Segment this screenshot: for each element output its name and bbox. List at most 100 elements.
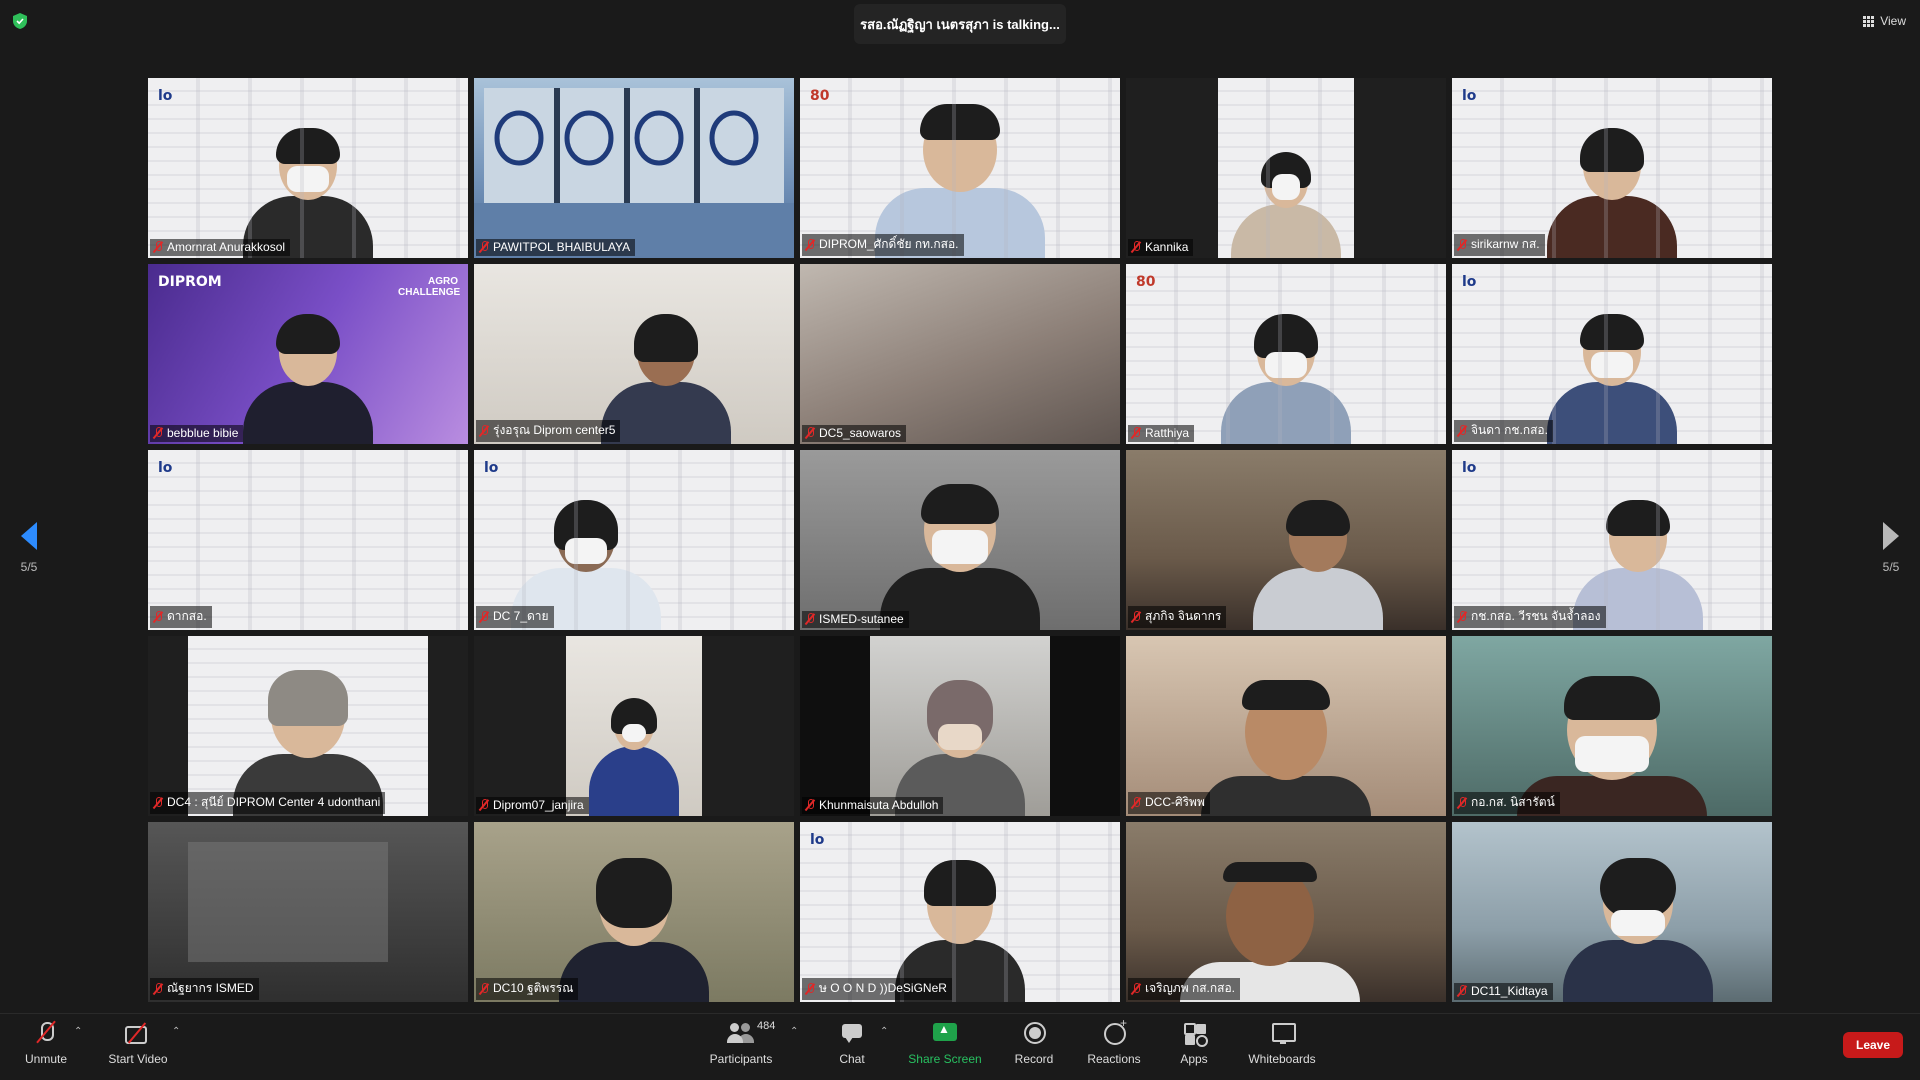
unmute-button[interactable]: Unmute xyxy=(18,1020,74,1076)
video-tile[interactable]: PAWITPOL BHAIBULAYA xyxy=(474,78,794,258)
active-speaker-banner: รสอ.ณัฏฐิญา เนตรสุภา is talking... xyxy=(854,4,1066,44)
participant-name: Kannika xyxy=(1145,240,1189,254)
participant-name-label: bebblue bibie xyxy=(150,425,244,442)
video-tile[interactable]: Diprom07_janjira xyxy=(474,636,794,816)
reactions-button[interactable]: Reactions xyxy=(1086,1016,1142,1076)
start-video-label: Start Video xyxy=(108,1052,168,1066)
mic-muted-icon xyxy=(153,241,163,253)
video-tile[interactable]: DC10 ฐติพรรณ xyxy=(474,822,794,1002)
participant-name: กช.กสอ. วีรชน จันจ้ำลอง xyxy=(1471,609,1601,623)
participant-figure xyxy=(1547,128,1677,258)
video-tile[interactable]: DC5_saowaros xyxy=(800,264,1120,444)
video-options-caret[interactable]: ⌃ xyxy=(172,1026,180,1037)
video-feed: 80 xyxy=(1126,264,1446,444)
participant-name-label: DC11_Kidtaya xyxy=(1454,983,1553,1000)
diprom-logo: lo xyxy=(484,460,499,476)
participant-name-label: เจริญภพ กส.กสอ. xyxy=(1128,978,1241,1000)
participant-name: DIPROM_ศักดิ์ชัย กท.กสอ. xyxy=(819,237,959,251)
diprom-logo: lo xyxy=(1462,274,1477,290)
participants-button[interactable]: 484 Participants xyxy=(706,1020,776,1076)
participant-name: PAWITPOL BHAIBULAYA xyxy=(493,240,631,254)
video-feed xyxy=(188,636,428,816)
video-tile[interactable]: lo ดากสอ. xyxy=(148,450,468,630)
audio-options-caret[interactable]: ⌃ xyxy=(74,1026,82,1037)
participant-name-label: PAWITPOL BHAIBULAYA xyxy=(476,239,636,256)
apps-label: Apps xyxy=(1180,1052,1208,1066)
mic-muted-icon xyxy=(153,610,163,623)
mic-muted-icon xyxy=(805,799,815,811)
participant-figure xyxy=(1547,314,1677,444)
participant-name-label: ดากสอ. xyxy=(150,606,212,628)
video-tile[interactable]: 80 DIPROM_ศักดิ์ชัย กท.กสอ. xyxy=(800,78,1120,258)
video-off-icon xyxy=(122,1020,154,1048)
video-feed xyxy=(566,636,702,816)
video-feed: lo xyxy=(474,450,794,630)
view-button[interactable]: View xyxy=(1863,10,1906,32)
page-indicator-right: 5/5 xyxy=(1882,560,1900,574)
zoom-meeting-window: รสอ.ณัฏฐิญา เนตรสุภา is talking... View … xyxy=(0,0,1920,1080)
leave-button[interactable]: Leave xyxy=(1843,1032,1903,1058)
next-page-button[interactable]: 5/5 xyxy=(1871,522,1911,574)
video-tile[interactable]: DIPROM AGRO CHALLENGE bebblue bibie xyxy=(148,264,468,444)
video-feed xyxy=(148,822,468,1002)
mic-muted-icon xyxy=(1457,796,1467,809)
diprom-80-logo: 80 xyxy=(1136,274,1156,290)
reactions-icon xyxy=(1098,1016,1130,1048)
video-tile[interactable]: DC4 : สุนีย์ DIPROM Center 4 udonthani xyxy=(148,636,468,816)
apps-icon xyxy=(1178,1020,1210,1048)
video-feed xyxy=(800,264,1120,444)
leave-label: Leave xyxy=(1855,1038,1891,1052)
participant-name: ISMED-sutanee xyxy=(819,612,904,626)
mic-muted-icon xyxy=(805,613,815,625)
participants-options-caret[interactable]: ⌃ xyxy=(790,1026,798,1037)
diprom-logo: lo xyxy=(810,832,825,848)
apps-button[interactable]: Apps xyxy=(1176,1020,1212,1076)
whiteboards-button[interactable]: Whiteboards xyxy=(1246,1020,1318,1076)
participant-name-label: กช.กสอ. วีรชน จันจ้ำลอง xyxy=(1454,606,1606,628)
participant-name-label: รุ่งอรุณ Diprom center5 xyxy=(476,420,621,442)
chat-label: Chat xyxy=(839,1052,865,1066)
video-tile[interactable]: Kannika xyxy=(1126,78,1446,258)
share-screen-button[interactable]: Share Screen xyxy=(906,1020,984,1076)
video-feed xyxy=(474,822,794,1002)
previous-page-button[interactable]: 5/5 xyxy=(9,522,49,574)
participant-name: DC4 : สุนีย์ DIPROM Center 4 udonthani xyxy=(167,795,381,809)
video-tile[interactable]: 80 Ratthiya xyxy=(1126,264,1446,444)
record-icon xyxy=(1018,1020,1050,1048)
participant-name-label: ณัฐยากร ISMED xyxy=(150,978,259,1000)
video-tile[interactable]: lo DC 7_ดาย xyxy=(474,450,794,630)
encryption-shield-icon[interactable] xyxy=(12,12,28,30)
share-screen-icon xyxy=(929,1020,961,1048)
video-tile[interactable]: Khunmaisuta Abdulloh xyxy=(800,636,1120,816)
video-feed: lo xyxy=(148,450,468,630)
video-tile[interactable]: lo จินดา กช.กสอ. xyxy=(1452,264,1772,444)
video-tile[interactable]: lo กช.กสอ. วีรชน จันจ้ำลอง xyxy=(1452,450,1772,630)
chat-button[interactable]: Chat xyxy=(832,1020,872,1076)
video-tile[interactable]: lo sirikarnw กส. xyxy=(1452,78,1772,258)
start-video-button[interactable]: Start Video xyxy=(106,1020,170,1076)
video-tile[interactable]: เจริญภพ กส.กสอ. xyxy=(1126,822,1446,1002)
participant-name-label: DC5_saowaros xyxy=(802,425,907,442)
participant-name-label: Khunmaisuta Abdulloh xyxy=(802,797,944,814)
video-feed xyxy=(1452,636,1772,816)
video-tile[interactable]: กอ.กส. นิสารัตน์ xyxy=(1452,636,1772,816)
whiteboard-icon xyxy=(1266,1020,1298,1048)
video-tile[interactable]: สุภกิจ จินดากร xyxy=(1126,450,1446,630)
participant-figure xyxy=(1253,500,1383,630)
video-tile[interactable]: DCC-ศิริพพ xyxy=(1126,636,1446,816)
mic-muted-icon xyxy=(153,796,163,809)
participant-name-label: DCC-ศิริพพ xyxy=(1128,792,1210,814)
grid-view-icon xyxy=(1863,15,1875,27)
chat-options-caret[interactable]: ⌃ xyxy=(880,1026,888,1037)
participant-name: DCC-ศิริพพ xyxy=(1145,795,1205,809)
mic-muted-icon xyxy=(1457,610,1467,623)
record-button[interactable]: Record xyxy=(1010,1020,1058,1076)
video-tile[interactable]: lo Amornrat Anurakkosol xyxy=(148,78,468,258)
video-tile[interactable]: รุ่งอรุณ Diprom center5 xyxy=(474,264,794,444)
mic-muted-icon xyxy=(479,241,489,253)
video-tile[interactable]: lo ษ O O N D ))DeSiGNeR xyxy=(800,822,1120,1002)
video-tile[interactable]: ISMED-sutanee xyxy=(800,450,1120,630)
mic-muted-icon xyxy=(1131,241,1141,253)
video-tile[interactable]: ณัฐยากร ISMED xyxy=(148,822,468,1002)
video-tile[interactable]: DC11_Kidtaya xyxy=(1452,822,1772,1002)
